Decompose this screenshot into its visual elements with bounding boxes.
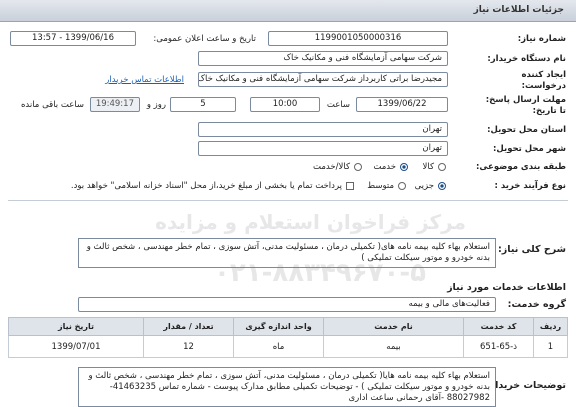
cell-service-name: بیمه xyxy=(323,335,464,358)
cell-quantity: 12 xyxy=(143,335,234,358)
announce-field[interactable]: 1399/06/16 - 13:57 xyxy=(10,31,136,46)
service-group-label: گروه خدمت: xyxy=(507,299,566,310)
remaining-time-field: 19:49:17 xyxy=(90,97,140,112)
province-field[interactable]: تهران xyxy=(198,122,448,137)
services-section-title: اطلاعات خدمات مورد نیاز xyxy=(447,282,566,293)
buyer-org-label: نام دستگاه خریدار: xyxy=(487,54,566,64)
city-field[interactable]: تهران xyxy=(198,141,448,156)
cell-row-number: 1 xyxy=(533,335,568,358)
process-option-minor: جزیی xyxy=(414,181,434,191)
need-number-field[interactable]: 1199001050000316 xyxy=(268,31,448,46)
table-header-row: ردیف کد خدمت نام خدمت واحد اندازه گیری ت… xyxy=(8,317,568,336)
cell-unit: ماه xyxy=(233,335,324,358)
table-row[interactable]: 1 ذ-65-651 بیمه ماه 12 1399/07/01 xyxy=(8,335,568,358)
page-title: جزئیات اطلاعات نیاز xyxy=(473,5,564,15)
col-unit: واحد اندازه گیری xyxy=(233,317,324,336)
cell-service-code: ذ-65-651 xyxy=(463,335,534,358)
col-need-date: تاریخ نیاز xyxy=(8,317,144,336)
cell-need-date: 1399/07/01 xyxy=(8,335,144,358)
process-label: نوع فرآیند خرید : xyxy=(494,181,566,191)
creator-field[interactable]: مجیدرضا براتی کاربرداز شرکت سهامی آزمایش… xyxy=(198,72,448,87)
treasury-payment-checkbox[interactable] xyxy=(346,182,354,190)
col-quantity: تعداد / مقدار xyxy=(143,317,234,336)
treasury-payment-note: پرداخت تمام یا بخشی از مبلغ خرید،از محل … xyxy=(70,181,342,191)
category-radio-goods[interactable] xyxy=(438,163,446,171)
summary-label: شرح کلی نیاز: xyxy=(497,244,566,255)
category-option-goods: کالا xyxy=(422,162,434,172)
category-radio-service[interactable] xyxy=(400,163,408,171)
col-service-code: کد خدمت xyxy=(463,317,534,336)
category-option-service: خدمت xyxy=(373,162,396,172)
province-label: استان محل تحویل: xyxy=(487,125,566,135)
deadline-time-label: ساعت xyxy=(326,100,350,110)
process-radio-medium[interactable] xyxy=(398,182,406,190)
deadline-label-2: تا تاریخ: xyxy=(532,106,566,116)
city-label: شهر محل تحویل: xyxy=(493,144,566,154)
service-group-field[interactable]: فعالیت‌های مالی و بیمه xyxy=(78,297,496,312)
process-radio-minor[interactable] xyxy=(438,182,446,190)
category-radio-goods-service[interactable] xyxy=(354,163,362,171)
deadline-time-field[interactable]: 10:00 xyxy=(250,97,320,112)
divider-1 xyxy=(8,200,568,201)
buyer-contact-link[interactable]: اطلاعات تماس خریدار xyxy=(105,75,184,85)
days-remaining-field[interactable]: 5 xyxy=(170,97,236,112)
summary-text: استعلام بهاء کلیه بیمه نامه های( تکمیلی … xyxy=(78,238,496,268)
services-table: ردیف کد خدمت نام خدمت واحد اندازه گیری ت… xyxy=(8,317,568,358)
remaining-label: ساعت باقی مانده xyxy=(20,100,84,110)
days-label: روز و xyxy=(146,100,166,110)
col-row-number: ردیف xyxy=(533,317,568,336)
buyer-org-field[interactable]: شرکت سهامی آزمایشگاه فنی و مکانیک خاک xyxy=(198,51,448,66)
category-option-goods-service: کالا/خدمت xyxy=(313,162,350,172)
col-service-name: نام خدمت xyxy=(323,317,464,336)
deadline-label-1: مهلت ارسال پاسخ: xyxy=(485,95,566,105)
watermark-line-1: مرکز فراخوان استعلام و مزایده xyxy=(155,210,466,234)
need-number-label: شماره نیاز: xyxy=(517,34,566,44)
deadline-date-field[interactable]: 1399/06/22 xyxy=(356,97,448,112)
creator-label-2: درخواست: xyxy=(521,81,566,91)
category-label: طبقه بندی موضوعی: xyxy=(476,162,566,172)
process-option-medium: متوسط xyxy=(367,181,394,191)
announce-label: تاریخ و ساعت اعلان عمومی: xyxy=(153,34,256,44)
creator-label-1: ایجاد کننده xyxy=(521,70,566,80)
buyer-notes-label: توضیحات خریدار: xyxy=(485,380,566,391)
buyer-notes-text: استعلام بهاء کلیه بیمه نامه هایا( تکمیلی… xyxy=(78,367,496,407)
